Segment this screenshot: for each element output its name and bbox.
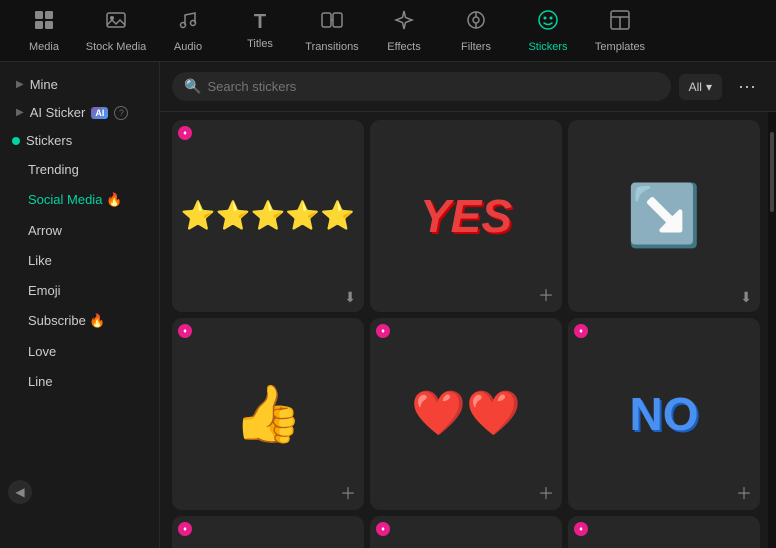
sticker-card-phone[interactable]: 📱 ⬇ bbox=[172, 516, 364, 548]
nav-stock-media-label: Stock Media bbox=[86, 41, 147, 53]
sticker-badge-thumbsup bbox=[178, 324, 192, 338]
sticker-content-hearts: ❤️❤️ bbox=[411, 392, 521, 436]
nav-stickers-label: Stickers bbox=[528, 41, 567, 53]
love-label: Love bbox=[28, 344, 56, 359]
nav-transitions[interactable]: Transitions bbox=[296, 3, 368, 59]
scrollbar-thumb[interactable] bbox=[770, 132, 774, 212]
help-icon[interactable]: ? bbox=[114, 106, 128, 120]
sidebar-item-line[interactable]: Line bbox=[4, 367, 155, 396]
nav-stock-media[interactable]: Stock Media bbox=[80, 3, 152, 59]
scrollbar-track[interactable] bbox=[768, 112, 776, 548]
arrow-label: Arrow bbox=[28, 223, 62, 238]
nav-templates-label: Templates bbox=[595, 41, 645, 53]
sidebar-stickers-header[interactable]: Stickers bbox=[0, 127, 159, 154]
search-bar: 🔍 All ▾ ··· bbox=[160, 62, 776, 112]
nav-stickers[interactable]: Stickers bbox=[512, 3, 584, 59]
nav-filters[interactable]: Filters bbox=[440, 3, 512, 59]
sticker-add-thumbsup[interactable]: ＋ bbox=[340, 480, 356, 504]
sidebar-section-mine[interactable]: ▶ Mine bbox=[4, 71, 155, 98]
sticker-card-no[interactable]: NO ＋ bbox=[568, 318, 760, 510]
sticker-badge-stars bbox=[178, 126, 192, 140]
sticker-grid: ⭐⭐⭐⭐⭐ ⬇ YES ＋ ↘️ ⬇ 👍 bbox=[172, 120, 760, 548]
sidebar-item-arrow[interactable]: Arrow bbox=[4, 216, 155, 245]
sidebar-section-ai-sticker[interactable]: ▶ AI Sticker AI ? bbox=[4, 99, 155, 126]
sidebar-item-social-media[interactable]: Social Media 🔥 bbox=[4, 185, 155, 215]
sidebar-item-love[interactable]: Love bbox=[4, 337, 155, 366]
nav-media[interactable]: Media bbox=[8, 3, 80, 59]
sticker-content-stars: ⭐⭐⭐⭐⭐ bbox=[181, 199, 355, 233]
sticker-content-no: NO bbox=[630, 391, 699, 437]
nav-filters-label: Filters bbox=[461, 41, 491, 53]
sticker-add-yes[interactable]: ＋ bbox=[538, 282, 554, 306]
filter-chevron: ▾ bbox=[706, 80, 712, 94]
effects-icon bbox=[393, 9, 415, 37]
sticker-add-no[interactable]: ＋ bbox=[736, 480, 752, 504]
sticker-badge-social-post bbox=[376, 522, 390, 536]
titles-icon: T bbox=[254, 11, 266, 34]
stickers-icon bbox=[537, 9, 559, 37]
sidebar: ▶ Mine ▶ AI Sticker AI ? Stickers Trendi… bbox=[0, 62, 160, 548]
filters-icon bbox=[465, 9, 487, 37]
sidebar-mine-label: Mine bbox=[30, 77, 58, 92]
sidebar-stickers-label: Stickers bbox=[26, 133, 72, 148]
sticker-card-social-post[interactable]: 📬 ⬇ bbox=[370, 516, 562, 548]
sticker-grid-wrap: ⭐⭐⭐⭐⭐ ⬇ YES ＋ ↘️ ⬇ 👍 bbox=[160, 112, 768, 548]
subscribe-label: Subscribe 🔥 bbox=[28, 313, 106, 328]
content-area: 🔍 All ▾ ··· ⭐⭐⭐⭐⭐ ⬇ Y bbox=[160, 62, 776, 548]
sticker-badge-no bbox=[574, 324, 588, 338]
stock-media-icon bbox=[105, 9, 127, 37]
search-input-wrap[interactable]: 🔍 bbox=[172, 72, 671, 101]
search-input[interactable] bbox=[207, 79, 658, 94]
active-indicator bbox=[12, 137, 20, 145]
sticker-card-yes[interactable]: YES ＋ bbox=[370, 120, 562, 312]
nav-audio[interactable]: Audio bbox=[152, 3, 224, 59]
nav-effects[interactable]: Effects bbox=[368, 3, 440, 59]
sticker-card-stars[interactable]: ⭐⭐⭐⭐⭐ ⬇ bbox=[172, 120, 364, 312]
templates-icon bbox=[609, 9, 631, 37]
ai-sticker-chevron: ▶ bbox=[16, 107, 24, 118]
sticker-add-hearts[interactable]: ＋ bbox=[538, 480, 554, 504]
sticker-badge-phone bbox=[178, 522, 192, 536]
nav-titles-label: Titles bbox=[247, 38, 273, 50]
sidebar-item-emoji[interactable]: Emoji bbox=[4, 276, 155, 305]
sidebar-ai-sticker-label: AI Sticker bbox=[30, 105, 86, 120]
line-label: Line bbox=[28, 374, 53, 389]
mine-chevron: ▶ bbox=[16, 79, 24, 90]
nav-transitions-label: Transitions bbox=[305, 41, 358, 53]
filter-label: All bbox=[689, 80, 702, 94]
media-icon bbox=[33, 9, 55, 37]
more-options-btn[interactable]: ··· bbox=[730, 72, 764, 101]
sidebar-item-like[interactable]: Like bbox=[4, 246, 155, 275]
nav-templates[interactable]: Templates bbox=[584, 3, 656, 59]
sticker-download-stars[interactable]: ⬇ bbox=[344, 289, 356, 306]
main-layout: ▶ Mine ▶ AI Sticker AI ? Stickers Trendi… bbox=[0, 62, 776, 548]
sticker-card-playbtn[interactable]: ▶️ ⬇ bbox=[568, 516, 760, 548]
sticker-content-arrow: ↘️ bbox=[627, 186, 702, 246]
trending-label: Trending bbox=[28, 162, 79, 177]
collapse-sidebar-btn[interactable]: ◀ bbox=[0, 476, 160, 508]
sticker-download-arrow[interactable]: ⬇ bbox=[740, 289, 752, 306]
search-icon: 🔍 bbox=[184, 78, 201, 95]
like-label: Like bbox=[28, 253, 52, 268]
sticker-card-arrow[interactable]: ↘️ ⬇ bbox=[568, 120, 760, 312]
filter-dropdown-btn[interactable]: All ▾ bbox=[679, 74, 722, 100]
sticker-content-thumbsup: 👍 bbox=[233, 386, 303, 442]
sticker-badge-playbtn bbox=[574, 522, 588, 536]
nav-audio-label: Audio bbox=[174, 41, 202, 53]
sidebar-item-trending[interactable]: Trending bbox=[4, 155, 155, 184]
top-nav: Media Stock Media Audio T Titles bbox=[0, 0, 776, 62]
sticker-card-hearts[interactable]: ❤️❤️ ＋ bbox=[370, 318, 562, 510]
nav-media-label: Media bbox=[29, 41, 59, 53]
sticker-card-thumbsup[interactable]: 👍 ＋ bbox=[172, 318, 364, 510]
sticker-content-yes: YES bbox=[420, 193, 512, 239]
sidebar-item-subscribe[interactable]: Subscribe 🔥 bbox=[4, 306, 155, 336]
social-media-label: Social Media 🔥 bbox=[28, 192, 122, 207]
nav-effects-label: Effects bbox=[387, 41, 420, 53]
emoji-label: Emoji bbox=[28, 283, 61, 298]
transitions-icon bbox=[321, 9, 343, 37]
audio-icon bbox=[177, 9, 199, 37]
nav-titles[interactable]: T Titles bbox=[224, 3, 296, 59]
ai-badge: AI bbox=[91, 107, 108, 119]
sticker-badge-hearts bbox=[376, 324, 390, 338]
